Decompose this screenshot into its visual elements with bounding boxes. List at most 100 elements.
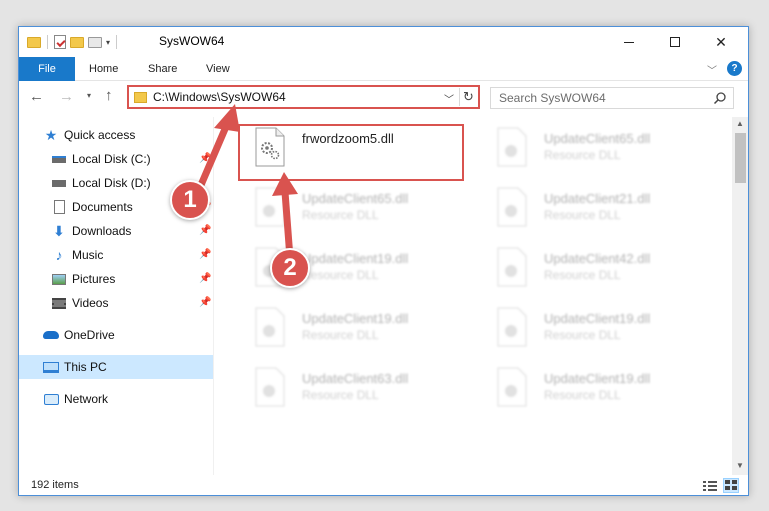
sidebar-item-this-pc[interactable]: This PC bbox=[19, 355, 213, 379]
pin-icon[interactable]: 📌 bbox=[199, 273, 211, 284]
address-dropdown-icon[interactable]: ﹀ bbox=[444, 91, 454, 106]
sidebar-item-music[interactable]: ♪ Music 📌 bbox=[19, 243, 213, 267]
sidebar-item-label: Quick access bbox=[64, 128, 136, 142]
videos-icon bbox=[51, 296, 67, 310]
file-item[interactable]: UpdateClient19.dll Resource DLL bbox=[480, 301, 710, 357]
title-bar: ▾ SysWOW64 ✕ bbox=[19, 27, 748, 57]
search-icon[interactable] bbox=[713, 91, 727, 105]
folder-icon bbox=[27, 36, 41, 48]
refresh-icon[interactable]: ↻ bbox=[459, 88, 477, 106]
sidebar-item-label: Videos bbox=[72, 296, 109, 310]
sidebar-item-pictures[interactable]: Pictures 📌 bbox=[19, 267, 213, 291]
explorer-window: ▾ SysWOW64 ✕ File Home Share View ﹀ ? ← … bbox=[18, 26, 749, 496]
file-item[interactable]: UpdateClient19.dll Resource DLL bbox=[238, 301, 468, 357]
tab-home[interactable]: Home bbox=[89, 57, 118, 81]
minimize-button[interactable] bbox=[606, 27, 652, 57]
dll-file-icon bbox=[497, 127, 527, 167]
back-arrow-icon[interactable]: ← bbox=[29, 88, 44, 105]
file-name: UpdateClient42.dll bbox=[544, 251, 651, 266]
quick-access-toolbar: ▾ bbox=[27, 33, 119, 51]
tab-file[interactable]: File bbox=[19, 57, 75, 81]
folder-icon bbox=[134, 92, 147, 103]
file-type: Resource DLL bbox=[544, 208, 621, 222]
address-bar[interactable]: C:\Windows\SysWOW64 ﹀ ↻ bbox=[127, 85, 480, 109]
tab-view[interactable]: View bbox=[206, 57, 230, 81]
file-type: Resource DLL bbox=[544, 148, 621, 162]
file-item[interactable]: UpdateClient19.dll Resource DLL bbox=[480, 361, 710, 417]
dll-file-icon bbox=[255, 367, 285, 407]
file-name: UpdateClient21.dll bbox=[544, 191, 651, 206]
file-name: UpdateClient65.dll bbox=[544, 131, 651, 146]
drive-icon bbox=[51, 152, 67, 166]
sidebar-item-network[interactable]: Network bbox=[19, 387, 213, 411]
scrollbar-thumb[interactable] bbox=[735, 133, 746, 183]
ribbon-expand-icon[interactable]: ﹀ bbox=[707, 62, 717, 77]
sidebar-item-label: Network bbox=[64, 392, 109, 406]
properties-icon[interactable] bbox=[54, 35, 66, 49]
star-icon: ★ bbox=[44, 126, 58, 143]
close-button[interactable]: ✕ bbox=[698, 27, 744, 57]
pin-icon[interactable]: 📌 bbox=[199, 225, 211, 236]
step-2-badge: 2 bbox=[270, 248, 310, 288]
search-input[interactable]: Search SysWOW64 bbox=[490, 87, 734, 109]
download-icon: ⬇ bbox=[53, 222, 65, 239]
dll-file-icon bbox=[255, 187, 285, 227]
cloud-icon bbox=[43, 328, 59, 342]
pin-icon[interactable]: 📌 bbox=[199, 249, 211, 260]
file-name: UpdateClient19.dll bbox=[302, 251, 409, 266]
file-type: Resource DLL bbox=[544, 388, 621, 402]
file-name: UpdateClient19.dll bbox=[302, 311, 409, 326]
address-path[interactable]: C:\Windows\SysWOW64 bbox=[153, 90, 286, 104]
file-type: Resource DLL bbox=[302, 208, 379, 222]
sidebar-item-quick-access[interactable]: ★ Quick access bbox=[19, 123, 213, 147]
dll-file-icon bbox=[497, 247, 527, 287]
divider bbox=[116, 35, 118, 49]
sidebar-item-videos[interactable]: Videos 📌 bbox=[19, 291, 213, 315]
computer-icon bbox=[43, 360, 59, 374]
new-folder-icon[interactable] bbox=[70, 36, 84, 48]
file-name: UpdateClient19.dll bbox=[544, 371, 651, 386]
forward-arrow-icon[interactable]: → bbox=[59, 88, 74, 105]
sidebar-item-downloads[interactable]: ⬇ Downloads 📌 bbox=[19, 219, 213, 243]
file-item[interactable]: UpdateClient65.dll Resource DLL bbox=[238, 181, 468, 237]
sidebar-item-label: This PC bbox=[64, 360, 107, 374]
customize-icon[interactable] bbox=[88, 36, 102, 48]
pin-icon[interactable]: 📌 bbox=[199, 153, 211, 164]
navigation-pane: ★ Quick access Local Disk (C:) 📌 Local D… bbox=[19, 117, 214, 475]
file-item[interactable]: UpdateClient42.dll Resource DLL bbox=[480, 241, 710, 297]
sidebar-item-local-disk-c[interactable]: Local Disk (C:) 📌 bbox=[19, 147, 213, 171]
scroll-down-icon[interactable]: ▼ bbox=[736, 461, 744, 470]
sidebar-item-label: Music bbox=[72, 248, 104, 262]
drive-icon bbox=[51, 176, 67, 190]
dll-file-icon bbox=[255, 307, 285, 347]
tab-share[interactable]: Share bbox=[148, 57, 177, 81]
sidebar-item-label: Local Disk (D:) bbox=[72, 176, 151, 190]
help-icon[interactable]: ? bbox=[727, 61, 742, 76]
file-highlight-box bbox=[238, 124, 464, 181]
scroll-up-icon[interactable]: ▲ bbox=[736, 119, 744, 128]
pin-icon[interactable]: 📌 bbox=[199, 297, 211, 308]
file-name: UpdateClient19.dll bbox=[544, 311, 651, 326]
details-view-icon[interactable] bbox=[702, 479, 718, 493]
status-bar: 192 items bbox=[19, 475, 748, 495]
recent-locations-icon[interactable]: ▾ bbox=[87, 91, 91, 100]
tiles-view-icon[interactable] bbox=[723, 478, 739, 493]
network-icon bbox=[43, 392, 59, 406]
file-type: Resource DLL bbox=[544, 268, 621, 282]
vertical-scrollbar[interactable]: ▲ ▼ bbox=[732, 117, 748, 475]
file-name: UpdateClient63.dll bbox=[302, 371, 409, 386]
file-item[interactable]: UpdateClient65.dll Resource DLL bbox=[480, 121, 710, 177]
file-type: Resource DLL bbox=[544, 328, 621, 342]
qat-dropdown-icon[interactable]: ▾ bbox=[106, 38, 110, 47]
up-arrow-icon[interactable]: ↑ bbox=[105, 87, 113, 104]
sidebar-item-onedrive[interactable]: OneDrive bbox=[19, 323, 213, 347]
dll-file-icon bbox=[497, 367, 527, 407]
file-item[interactable]: UpdateClient21.dll Resource DLL bbox=[480, 181, 710, 237]
search-placeholder: Search SysWOW64 bbox=[499, 91, 606, 105]
maximize-button[interactable] bbox=[652, 27, 698, 57]
file-name: UpdateClient65.dll bbox=[302, 191, 409, 206]
file-item[interactable]: UpdateClient63.dll Resource DLL bbox=[238, 361, 468, 417]
navigation-bar: ← → ▾ ↑ C:\Windows\SysWOW64 ﹀ ↻ Search S… bbox=[19, 82, 748, 114]
minimize-icon bbox=[624, 41, 634, 43]
maximize-icon bbox=[670, 37, 680, 47]
